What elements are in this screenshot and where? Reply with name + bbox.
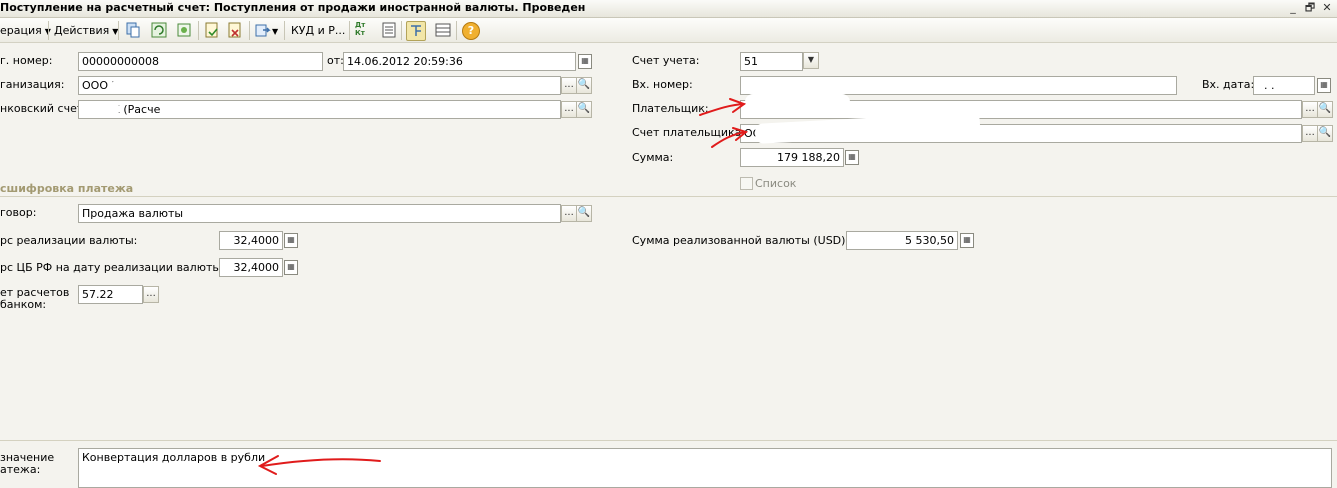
annotation-arrow (257, 455, 381, 475)
arrow-line (711, 131, 747, 148)
annotation-arrow (711, 127, 749, 148)
annotation-arrows (257, 98, 749, 475)
annotation-arrow (699, 98, 747, 116)
arrow-line (261, 458, 381, 467)
